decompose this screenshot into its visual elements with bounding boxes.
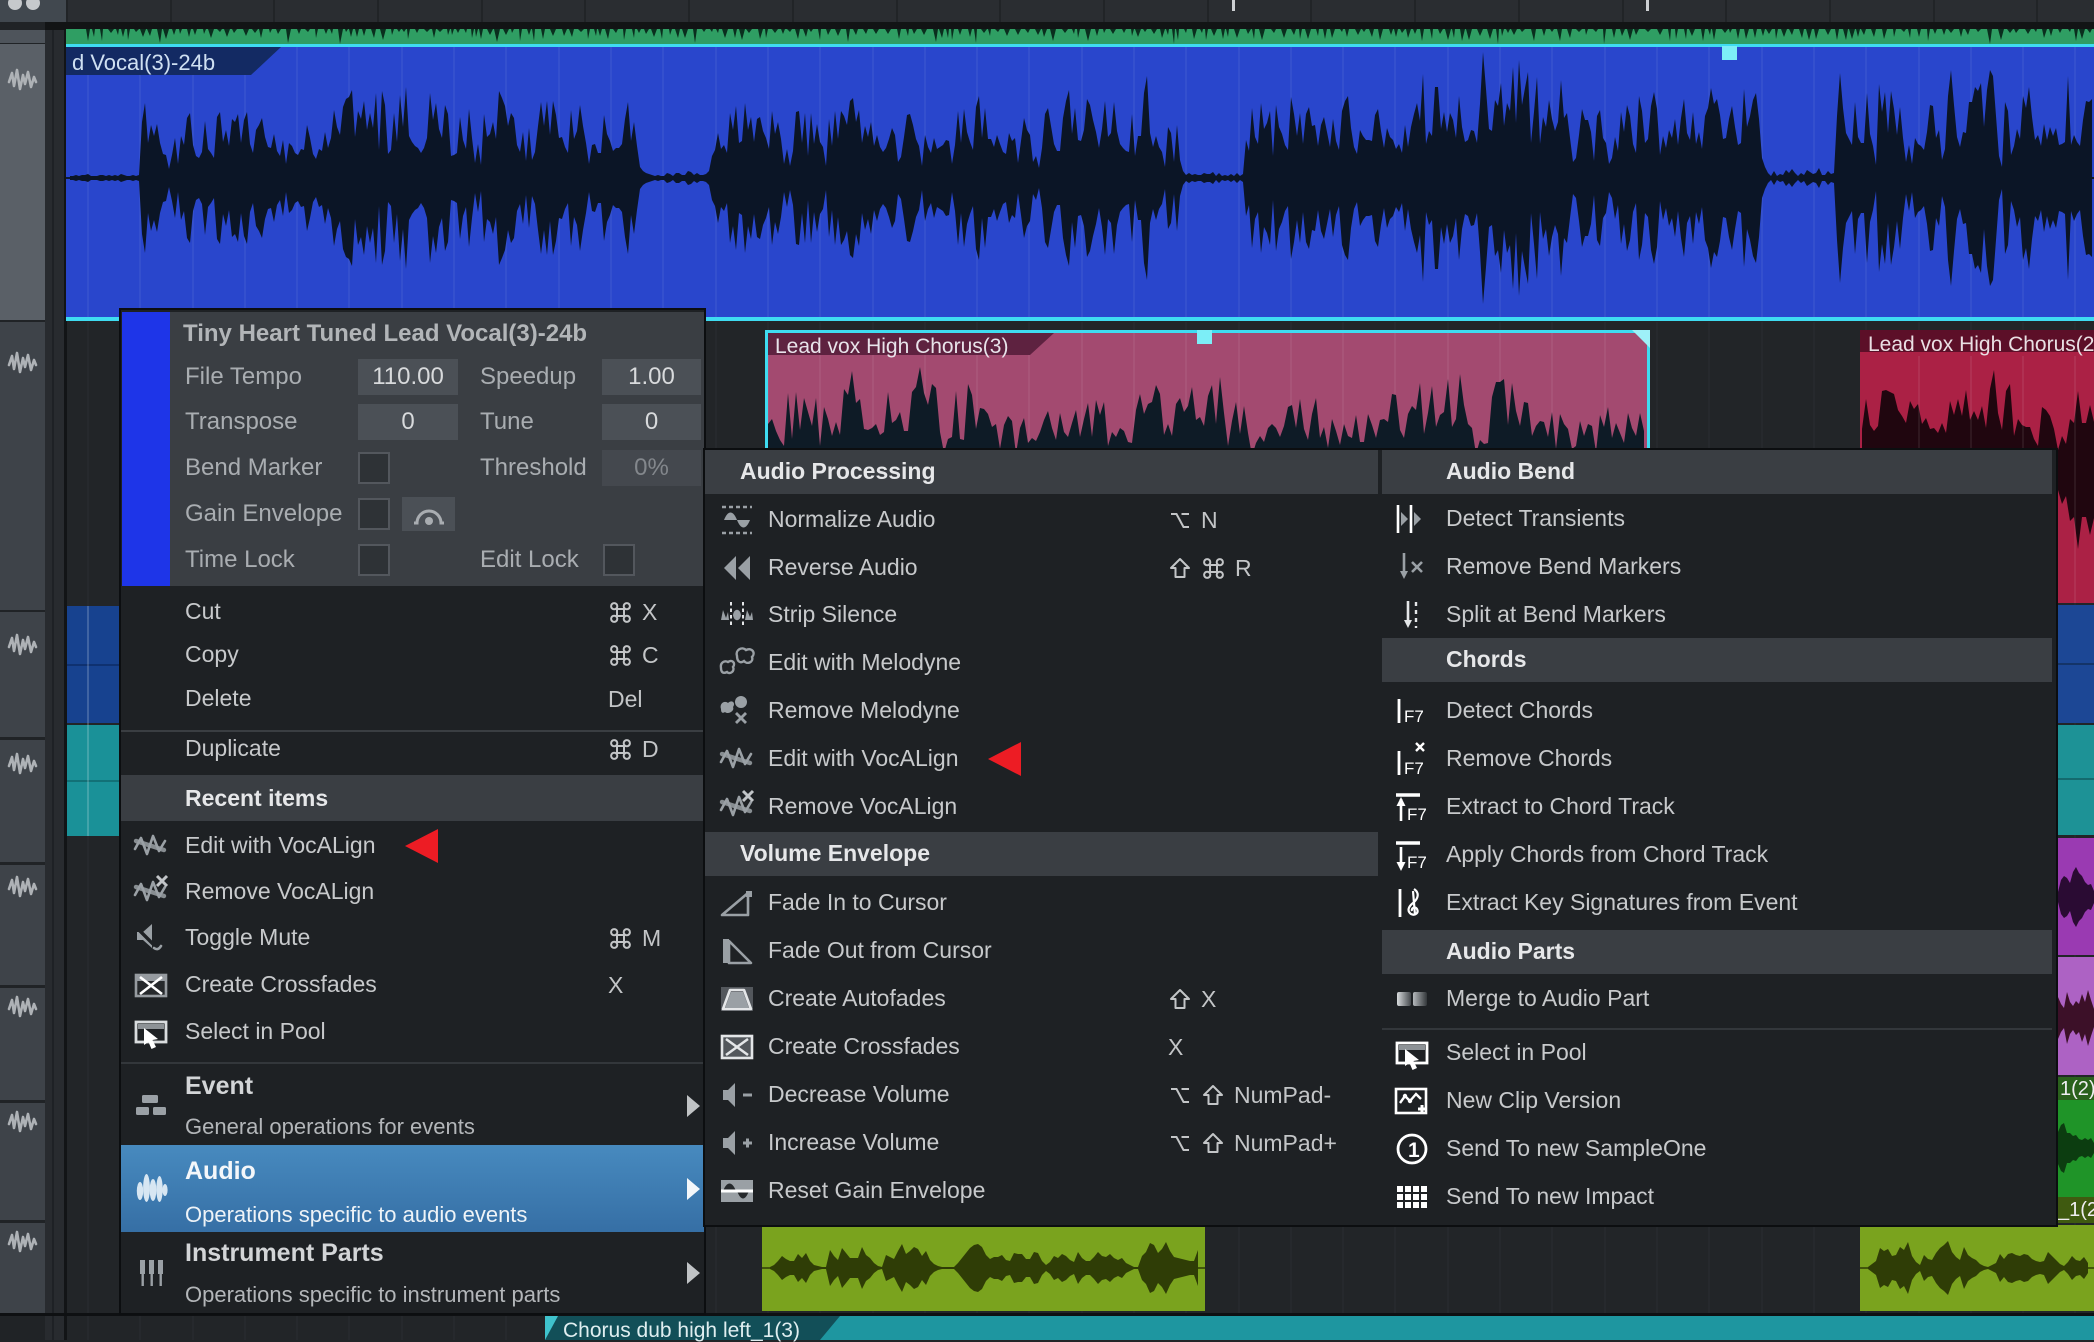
svg-text:F7: F7: [1404, 759, 1424, 778]
svg-text:F7: F7: [1404, 707, 1424, 726]
svg-text:1: 1: [1408, 1139, 1420, 1162]
svg-text:F7: F7: [1407, 805, 1427, 824]
svg-text:F7: F7: [1407, 853, 1427, 872]
